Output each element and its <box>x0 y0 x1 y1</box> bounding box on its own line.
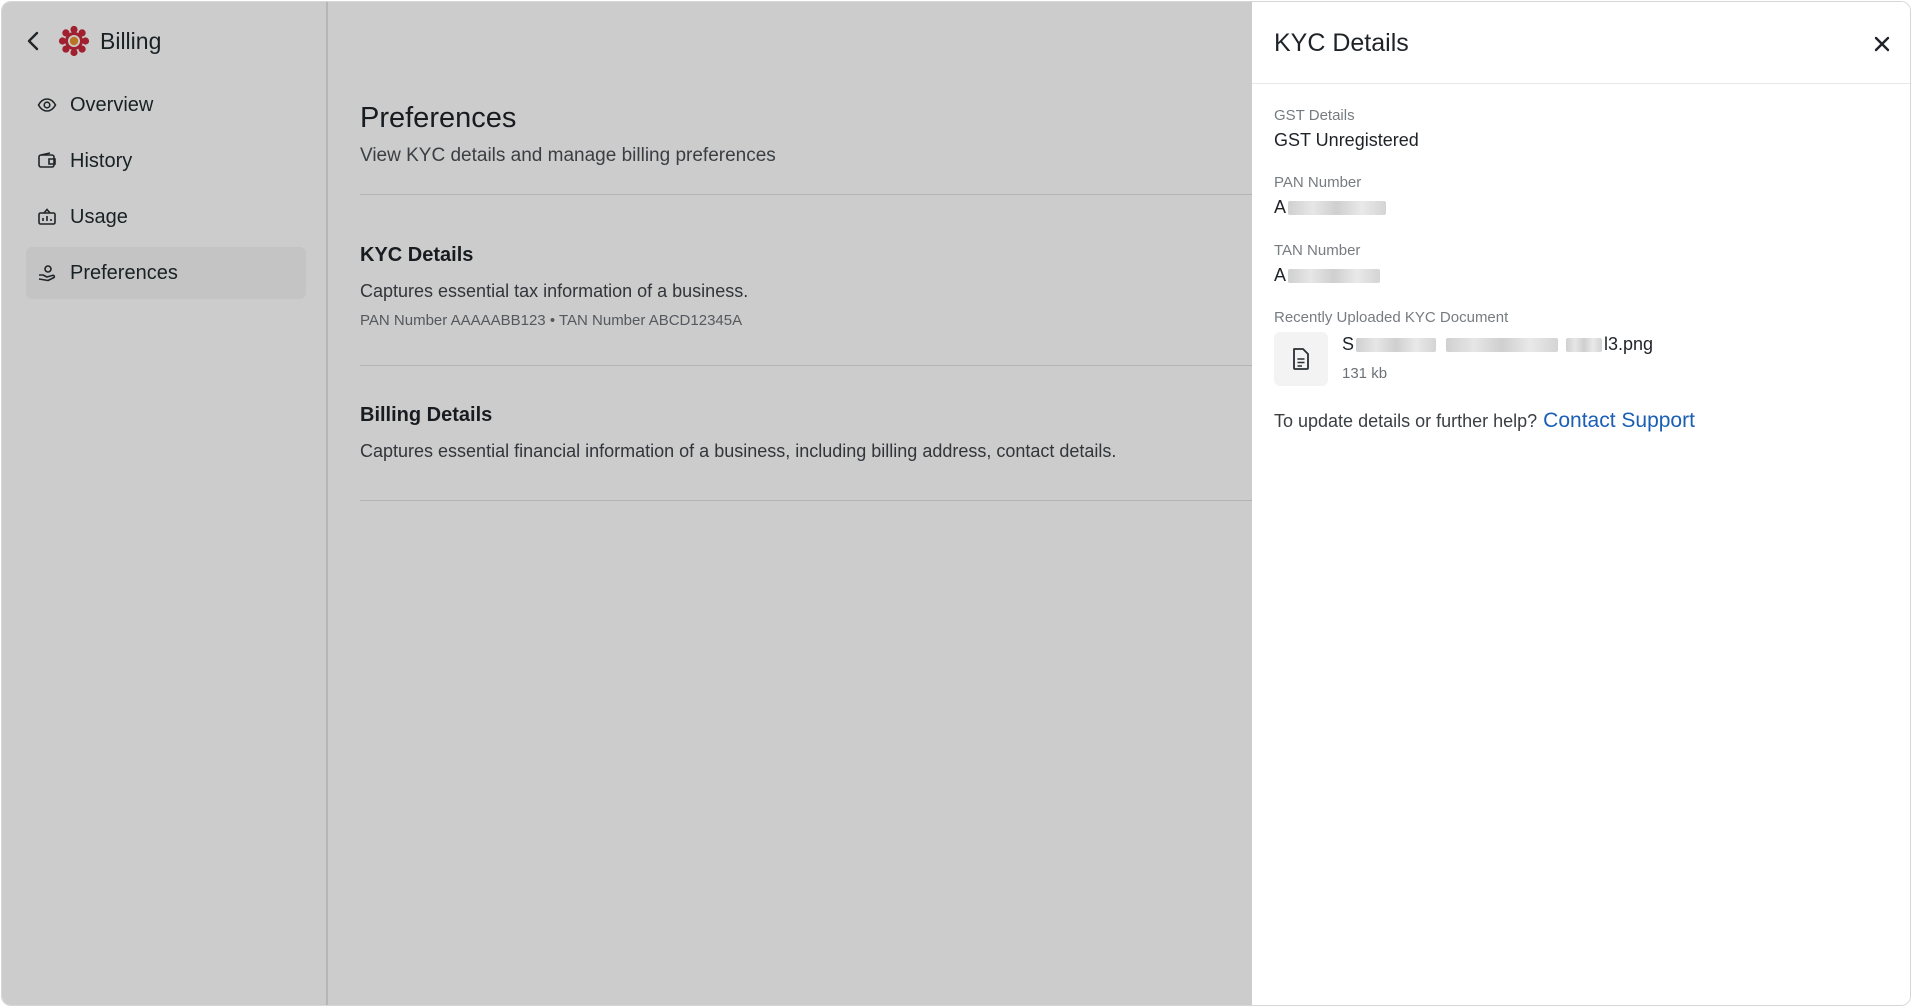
redacted-value <box>1288 200 1387 215</box>
redacted-value <box>1566 337 1603 352</box>
help-message: To update details or further help? <box>1274 411 1538 431</box>
close-icon[interactable] <box>1870 32 1894 56</box>
document-info: S l3.png 131 kb <box>1342 334 1653 386</box>
field-label: TAN Number <box>1274 242 1361 259</box>
redacted-value <box>1356 337 1437 352</box>
field-value: GST Unregistered <box>1274 130 1419 151</box>
field-label: Recently Uploaded KYC Document <box>1274 309 1509 326</box>
redacted-value <box>1446 337 1559 352</box>
gst-details-field: GST Details GST Unregistered <box>1274 107 1419 151</box>
kyc-details-drawer: KYC Details GST Details GST Unregistered… <box>1252 2 1910 1005</box>
pan-value: A <box>1274 197 1287 217</box>
document-name-start: S <box>1342 334 1355 354</box>
app-window: Billing Overview History Usage Preferenc… <box>1 1 1911 1006</box>
tan-number-field: TAN Number A <box>1274 242 1381 286</box>
help-text: To update details or further help? Conta… <box>1274 409 1695 433</box>
gst-value: GST Unregistered <box>1274 130 1419 150</box>
field-value: A <box>1274 265 1381 286</box>
drawer-title: KYC Details <box>1274 29 1409 57</box>
pan-number-field: PAN Number A <box>1274 174 1387 218</box>
document-icon[interactable] <box>1274 332 1328 386</box>
modal-backdrop[interactable] <box>2 2 1252 1005</box>
kyc-document-label-field: Recently Uploaded KYC Document <box>1274 309 1508 326</box>
field-label: PAN Number <box>1274 174 1362 191</box>
tan-value: A <box>1274 265 1287 285</box>
document-name-end: l3.png <box>1604 334 1654 354</box>
document-size: 131 kb <box>1342 365 1388 382</box>
document-name[interactable]: S l3.png <box>1342 334 1653 355</box>
contact-support-link[interactable]: Contact Support <box>1543 409 1695 433</box>
field-label: GST Details <box>1274 107 1355 124</box>
kyc-document-file[interactable]: S l3.png 131 kb <box>1274 332 1653 386</box>
field-value: A <box>1274 197 1387 218</box>
redacted-value <box>1288 268 1381 283</box>
drawer-header: KYC Details <box>1252 2 1910 84</box>
